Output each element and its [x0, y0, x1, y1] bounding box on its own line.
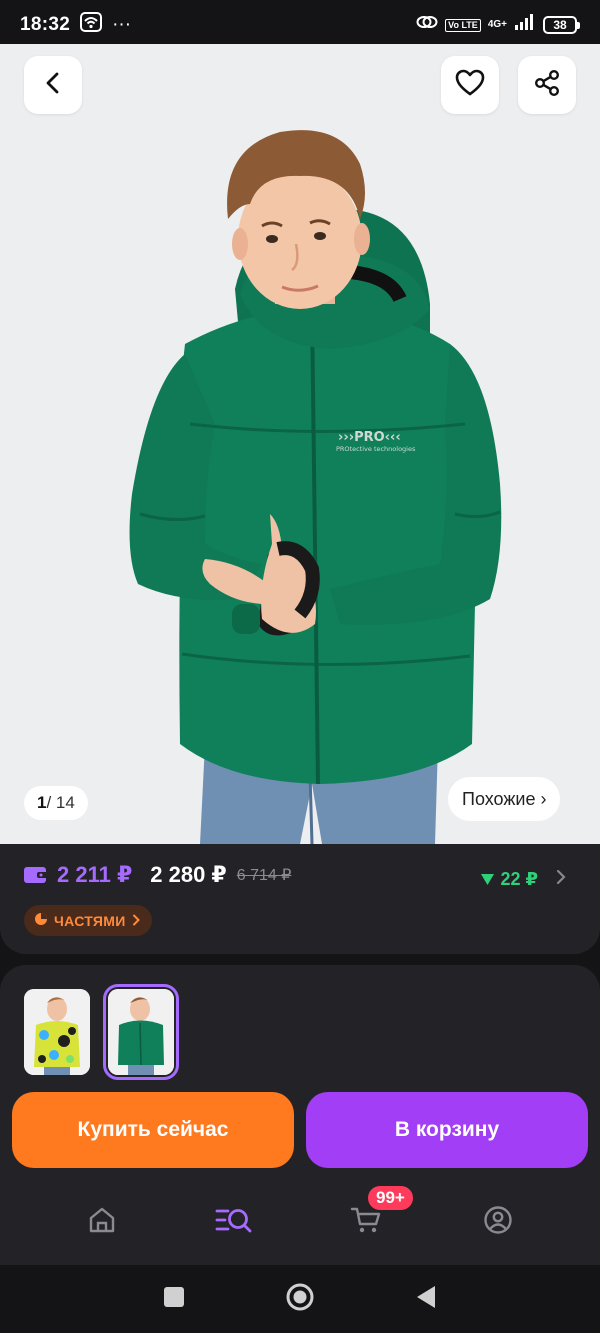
share-button[interactable]	[518, 56, 576, 114]
add-to-cart-label: В корзину	[394, 1118, 500, 1141]
cashback-amount: 22 ₽	[500, 869, 538, 889]
image-counter-current: 1	[37, 793, 47, 812]
price-row: 2 211 ₽ 2 280 ₽ 6 714 ₽	[24, 862, 291, 888]
nav-profile[interactable]	[478, 1202, 518, 1242]
variant-green[interactable]	[103, 984, 179, 1080]
variant-list	[24, 984, 179, 1080]
jacket-logo: ›››PRO‹‹‹	[338, 430, 401, 445]
price-card: 2 211 ₽ 2 280 ₽ 6 714 ₽ 22 ₽ ЧАСТЯМИ	[0, 844, 600, 954]
product-image-gallery[interactable]: ›››PRO‹‹‹ PROtective technologies 1 / 14…	[0, 44, 600, 844]
product-photo: ›››PRO‹‹‹ PROtective technologies	[129, 130, 502, 844]
bottom-navigation: 99+	[0, 1186, 600, 1254]
buy-now-button[interactable]: Купить сейчас	[12, 1092, 294, 1168]
home-system-button[interactable]	[285, 1282, 315, 1317]
chevron-right-icon	[556, 868, 566, 891]
buy-now-label: Купить сейчас	[77, 1118, 229, 1141]
variant-camouflage-thumbnail	[24, 989, 90, 1075]
volte-badge: Vo LTE	[445, 18, 481, 32]
more-notifications-icon: ···	[112, 14, 132, 35]
cashback-info[interactable]: 22 ₽	[481, 868, 566, 891]
square-icon	[164, 1286, 184, 1307]
share-icon	[533, 69, 561, 102]
pie-chart-icon	[34, 912, 48, 929]
triangle-left-icon	[417, 1285, 435, 1308]
image-counter-total: / 14	[46, 793, 75, 812]
current-price: 2 280 ₽	[150, 862, 227, 887]
chevron-left-icon	[40, 70, 66, 101]
battery-icon: 38	[543, 16, 580, 34]
similar-label: Похожие ›	[462, 788, 547, 809]
wifi-icon	[80, 12, 103, 38]
variant-camouflage[interactable]	[24, 989, 90, 1075]
profile-icon	[483, 1205, 513, 1240]
favorite-button[interactable]	[441, 56, 499, 114]
recent-apps-button[interactable]	[163, 1286, 185, 1313]
clock: 18:32	[20, 14, 71, 35]
wallet-icon	[24, 866, 48, 884]
nav-cart[interactable]: 99+	[346, 1186, 413, 1242]
signal-icon	[514, 13, 536, 37]
triangle-down-icon	[481, 869, 495, 890]
wallet-price: 2 211 ₽	[57, 862, 133, 887]
installments-badge[interactable]: ЧАСТЯМИ	[24, 905, 152, 936]
add-to-cart-button[interactable]: В корзину	[306, 1092, 588, 1168]
circle-icon	[286, 1283, 314, 1310]
similar-products-button[interactable]: Похожие ›	[448, 777, 561, 821]
image-counter: 1 / 14	[24, 786, 88, 820]
network-type: 4G+	[487, 19, 507, 30]
catalog-search-icon	[215, 1205, 253, 1240]
nav-catalog[interactable]	[214, 1202, 254, 1242]
back-system-button[interactable]	[415, 1285, 437, 1314]
cart-badge: 99+	[368, 1186, 413, 1210]
battery-level: 38	[543, 16, 577, 34]
back-button[interactable]	[24, 56, 82, 114]
product-screen: 18:32 ··· Vo LTE 4G+ 38 ›››PRO‹‹‹ PROtec…	[0, 0, 600, 1333]
chevron-right-icon	[132, 913, 140, 929]
link-icon	[416, 14, 438, 36]
variant-green-thumbnail	[108, 989, 174, 1075]
status-bar: 18:32 ··· Vo LTE 4G+ 38	[0, 0, 600, 50]
installments-label: ЧАСТЯМИ	[54, 912, 126, 929]
nav-home[interactable]	[82, 1202, 122, 1242]
home-icon	[87, 1205, 117, 1240]
jacket-logo-sub: PROtective technologies	[336, 445, 416, 453]
old-price: 6 714 ₽	[236, 867, 292, 884]
system-navigation	[0, 1265, 600, 1333]
heart-icon	[455, 69, 485, 102]
action-buttons: Купить сейчас В корзину	[12, 1092, 588, 1168]
